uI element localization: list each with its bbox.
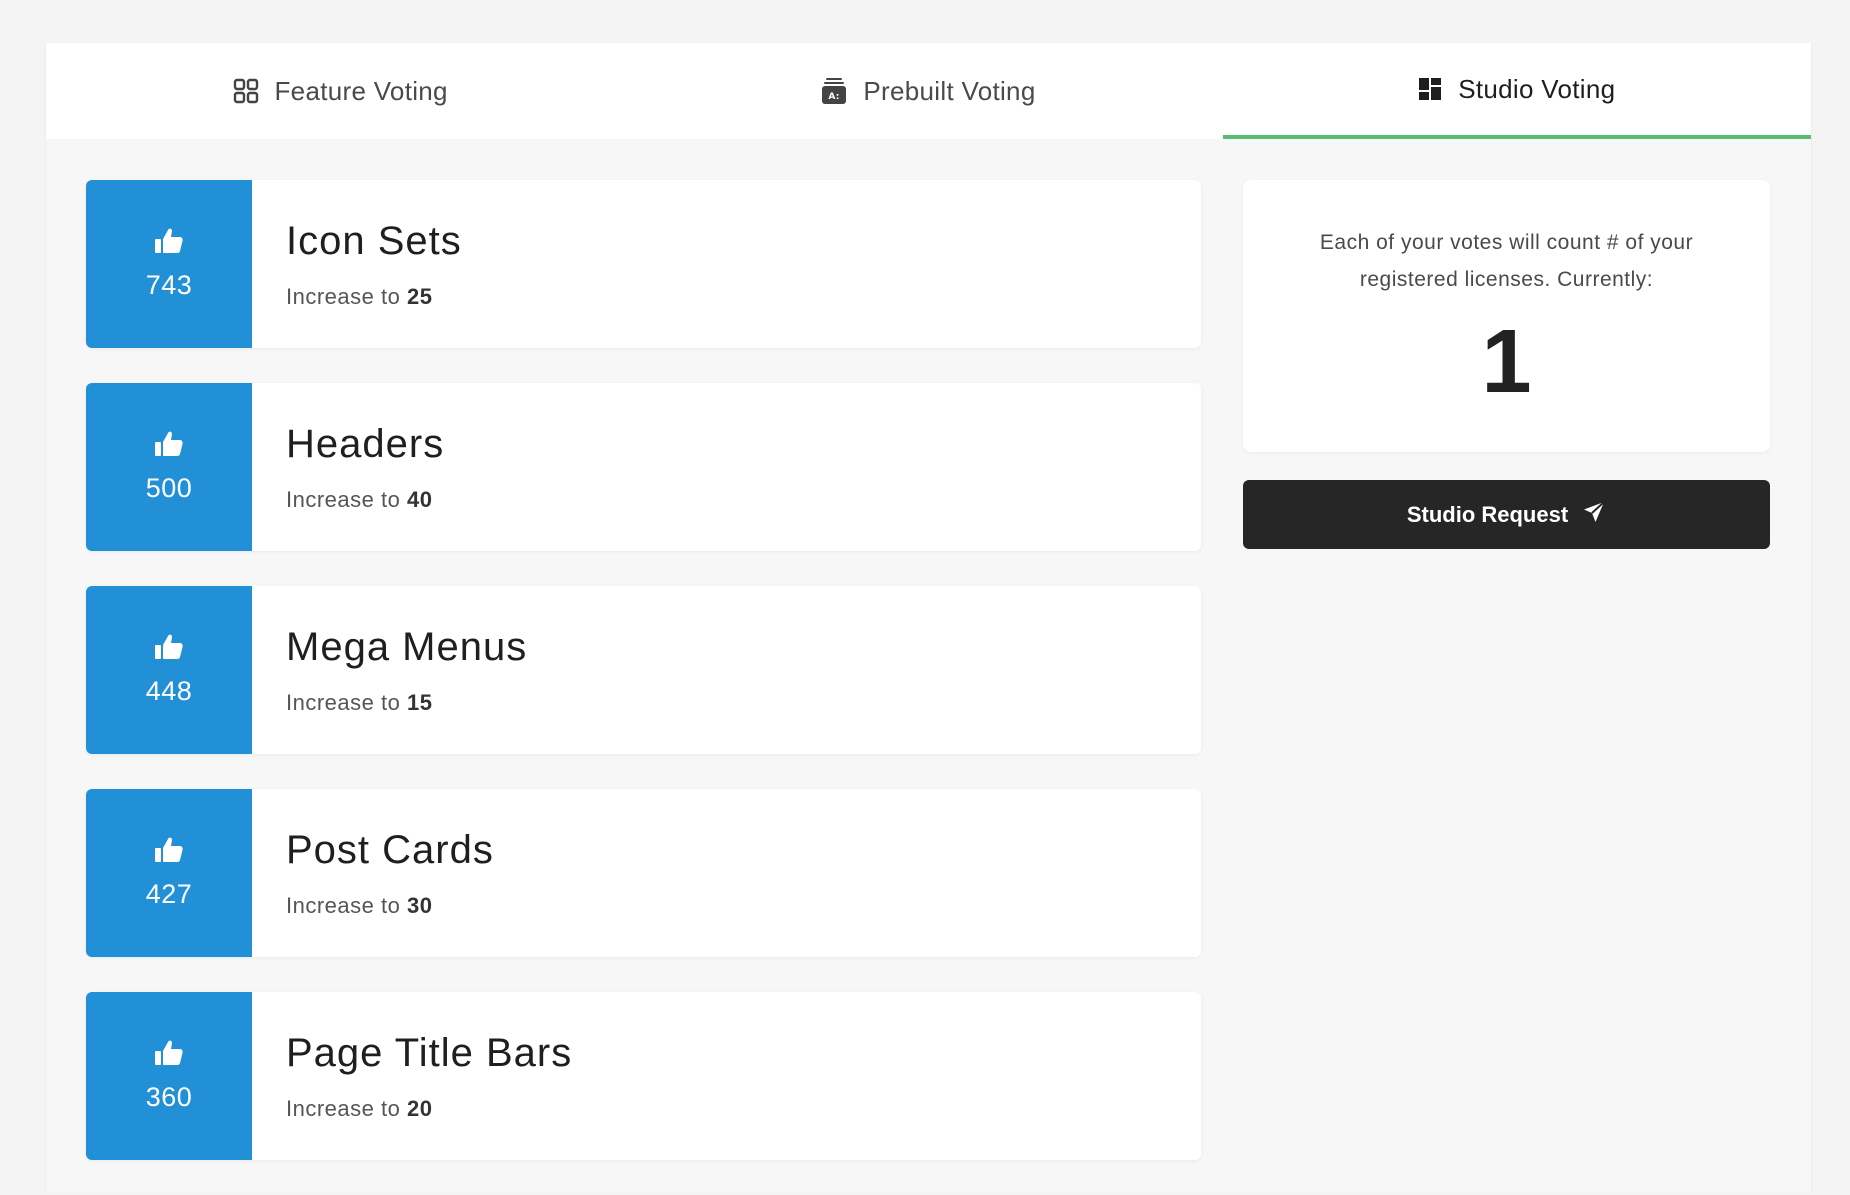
tab-feature-voting[interactable]: Feature Voting xyxy=(46,43,634,139)
dashboard-icon xyxy=(1418,77,1442,101)
vote-info: Post Cards Increase to 30 xyxy=(252,789,494,957)
vote-info: Mega Menus Increase to 15 xyxy=(252,586,527,754)
increase-label: Increase to xyxy=(286,486,401,512)
vote-info: Page Title Bars Increase to 20 xyxy=(252,992,572,1160)
vote-title: Post Cards xyxy=(286,827,494,872)
studio-request-button[interactable]: Studio Request xyxy=(1243,480,1770,549)
increase-value: 20 xyxy=(406,1095,433,1121)
license-count: 1 xyxy=(1481,312,1532,412)
thumbs-up-icon xyxy=(154,836,184,869)
license-info-text: Each of your votes will count # of your … xyxy=(1319,231,1694,291)
tab-bar: Feature Voting A: Prebuilt Voting Studio… xyxy=(46,43,1811,139)
increase-label: Increase to xyxy=(286,283,401,309)
vote-button[interactable]: 360 xyxy=(86,992,252,1160)
vote-list: 743 Icon Sets Increase to 25 500 Headers xyxy=(86,180,1201,1195)
grid-icon xyxy=(233,78,259,104)
vote-info: Icon Sets Increase to 25 xyxy=(252,180,462,348)
vote-target: Increase to 30 xyxy=(286,893,494,919)
send-icon xyxy=(1582,500,1606,530)
vote-info: Headers Increase to 40 xyxy=(252,383,444,551)
vote-title: Mega Menus xyxy=(286,624,528,669)
thumbs-up-icon xyxy=(154,430,184,463)
thumbs-up-icon xyxy=(154,633,184,666)
vote-count: 743 xyxy=(145,270,193,300)
vote-target: Increase to 25 xyxy=(286,284,462,310)
vote-title: Icon Sets xyxy=(286,218,462,263)
tab-studio-voting[interactable]: Studio Voting xyxy=(1222,43,1811,139)
svg-text:A:: A: xyxy=(829,92,840,102)
vote-title: Page Title Bars xyxy=(286,1030,573,1075)
tab-label: Studio Voting xyxy=(1458,73,1616,104)
vote-item-headers: 500 Headers Increase to 40 xyxy=(86,383,1201,551)
voting-panel: Feature Voting A: Prebuilt Voting Studio… xyxy=(45,43,1812,1191)
increase-value: 15 xyxy=(406,689,433,715)
increase-label: Increase to xyxy=(286,689,401,715)
increase-label: Increase to xyxy=(286,1095,401,1121)
vote-count: 427 xyxy=(145,879,193,909)
vote-button[interactable]: 743 xyxy=(86,180,252,348)
studio-request-label: Studio Request xyxy=(1406,501,1569,527)
vote-item-post-cards: 427 Post Cards Increase to 30 xyxy=(86,789,1201,957)
vote-count: 448 xyxy=(145,676,193,706)
vote-button[interactable]: 448 xyxy=(86,586,252,754)
vote-title: Headers xyxy=(286,421,445,466)
vote-item-page-title-bars: 360 Page Title Bars Increase to 20 xyxy=(86,992,1201,1160)
increase-value: 25 xyxy=(406,283,433,309)
vote-target: Increase to 20 xyxy=(286,1096,572,1122)
tab-label: Feature Voting xyxy=(274,75,448,106)
thumbs-up-icon xyxy=(154,227,184,260)
vote-count: 500 xyxy=(145,473,193,503)
license-info-card: Each of your votes will count # of your … xyxy=(1243,180,1770,452)
thumbs-up-icon xyxy=(154,1039,184,1072)
increase-value: 40 xyxy=(406,486,433,512)
vote-button[interactable]: 427 xyxy=(86,789,252,957)
tab-prebuilt-voting[interactable]: A: Prebuilt Voting xyxy=(634,43,1222,139)
vote-count: 360 xyxy=(145,1082,193,1112)
increase-value: 30 xyxy=(406,892,433,918)
increase-label: Increase to xyxy=(286,892,401,918)
vote-item-mega-menus: 448 Mega Menus Increase to 15 xyxy=(86,586,1201,754)
template-icon: A: xyxy=(821,77,847,105)
tab-label: Prebuilt Voting xyxy=(863,75,1036,106)
vote-target: Increase to 40 xyxy=(286,487,444,513)
vote-item-icon-sets: 743 Icon Sets Increase to 25 xyxy=(86,180,1201,348)
vote-button[interactable]: 500 xyxy=(86,383,252,551)
vote-target: Increase to 15 xyxy=(286,690,527,716)
